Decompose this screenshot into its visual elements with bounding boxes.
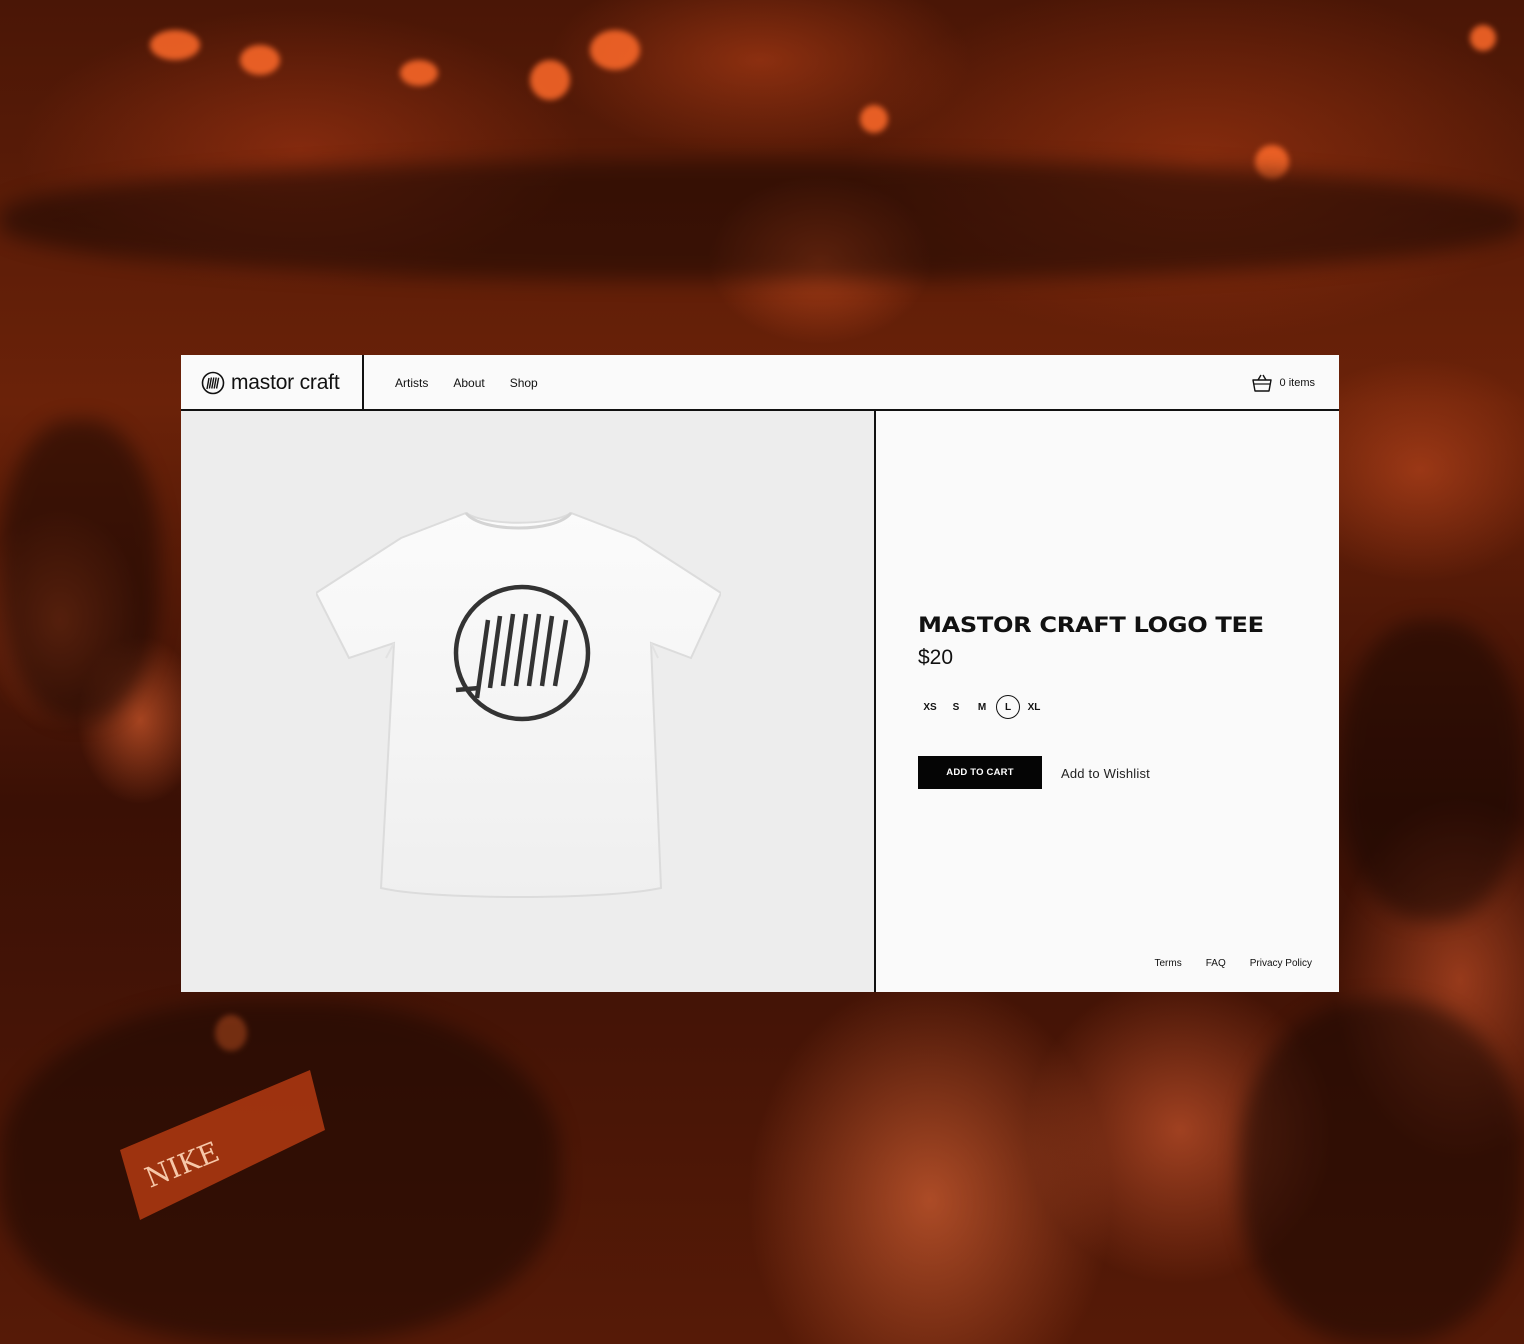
logo-mark-icon <box>201 371 225 395</box>
add-to-wishlist-link[interactable]: Add to Wishlist <box>1061 766 1150 781</box>
brand-name: mastor craft <box>231 371 340 394</box>
footer-privacy-link[interactable]: Privacy Policy <box>1250 958 1312 969</box>
nav-shop[interactable]: Shop <box>510 376 538 390</box>
size-option-s[interactable]: S <box>944 695 968 719</box>
product-price: $20 <box>918 646 954 669</box>
site-header: mastor craft Artists About Shop 0 items <box>181 355 1339 411</box>
product-details: MASTOR CRAFT LOGO TEE $20 XS S M L XL AD… <box>876 411 1339 992</box>
size-selector: XS S M L XL <box>918 695 1048 719</box>
size-option-m[interactable]: M <box>970 695 994 719</box>
basket-icon <box>1251 374 1272 392</box>
header-divider <box>362 355 364 411</box>
size-option-xs[interactable]: XS <box>918 695 942 719</box>
cart-count: 0 items <box>1279 377 1315 389</box>
cart-button[interactable]: 0 items <box>1251 355 1315 411</box>
add-to-cart-button[interactable]: ADD TO CART <box>918 756 1042 789</box>
brand-logo[interactable]: mastor craft <box>201 355 340 411</box>
footer-links: Terms FAQ Privacy Policy <box>1155 958 1313 969</box>
footer-terms-link[interactable]: Terms <box>1155 958 1182 969</box>
product-tshirt-image <box>316 511 721 898</box>
size-option-xl[interactable]: XL <box>1022 695 1046 719</box>
product-title: MASTOR CRAFT LOGO TEE <box>918 613 1264 638</box>
store-window: mastor craft Artists About Shop 0 items <box>181 355 1339 992</box>
nav-about[interactable]: About <box>453 376 484 390</box>
nav-artists[interactable]: Artists <box>395 376 428 390</box>
product-image-pane <box>181 411 874 992</box>
main-nav: Artists About Shop <box>395 355 538 411</box>
nike-shirt-graphic: NIKE <box>120 1070 325 1220</box>
footer-faq-link[interactable]: FAQ <box>1206 958 1226 969</box>
size-option-l[interactable]: L <box>996 695 1020 719</box>
